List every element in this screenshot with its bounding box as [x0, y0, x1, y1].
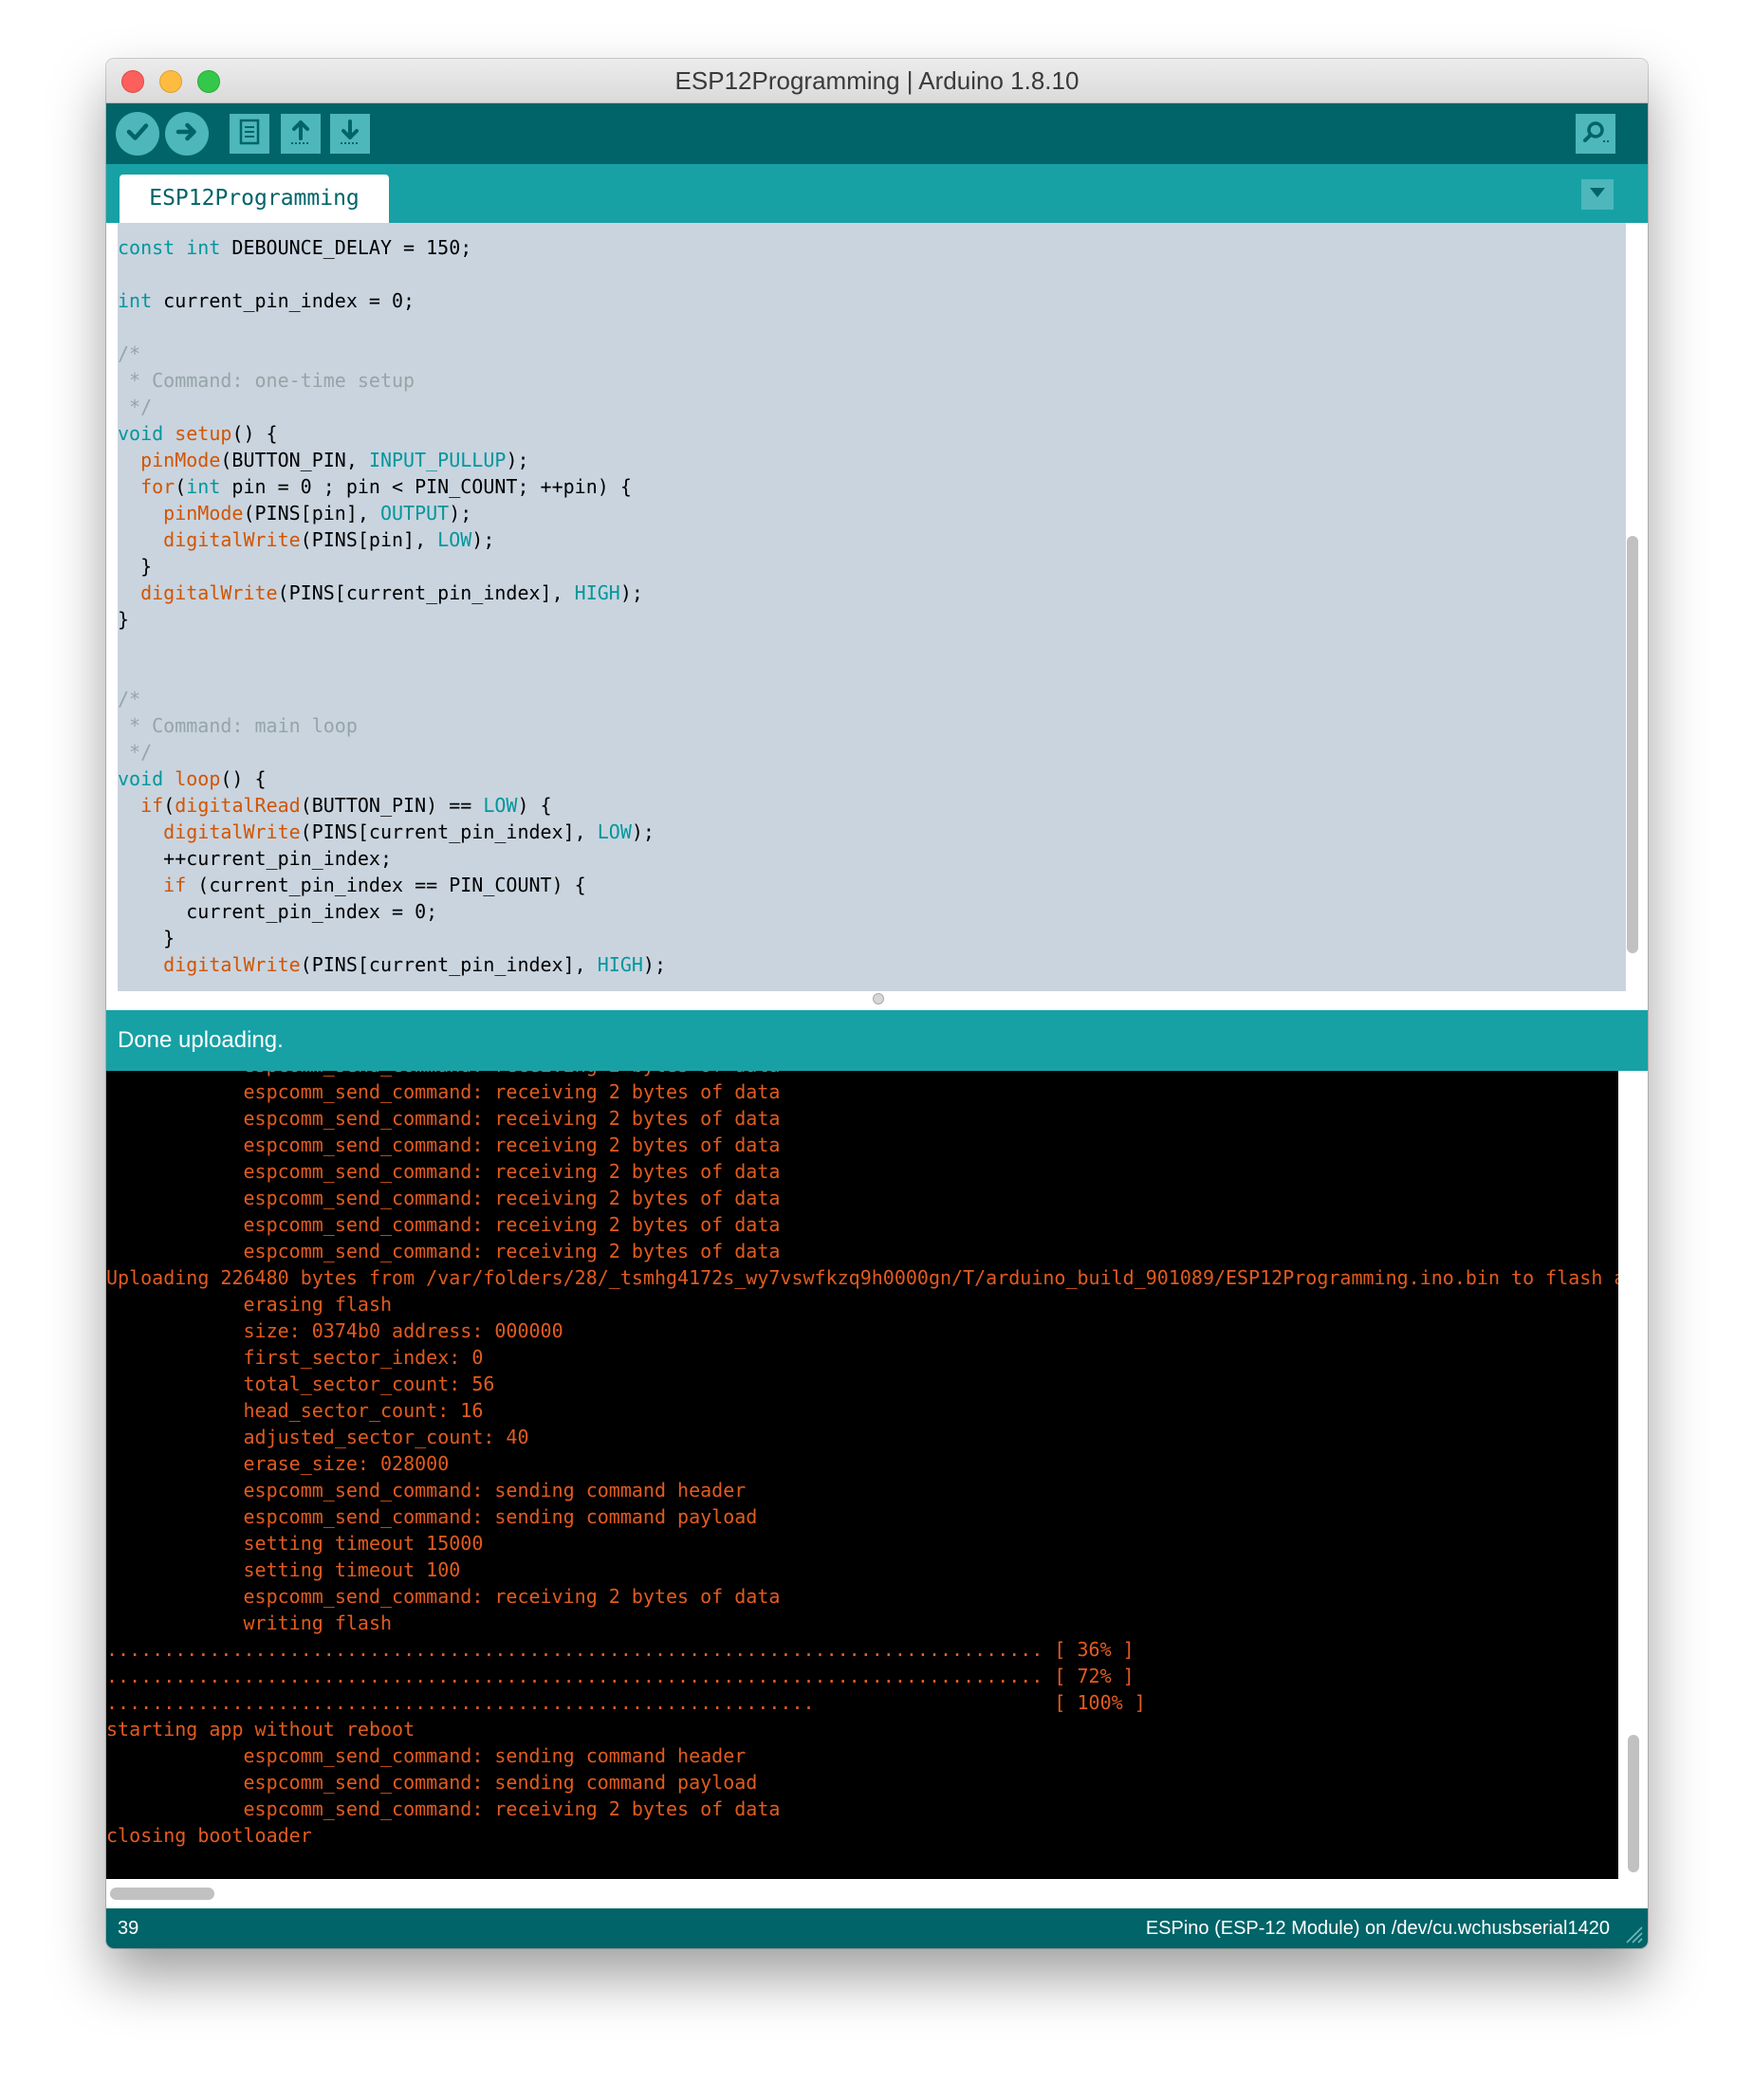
toolbar	[106, 103, 1648, 164]
console-line: espcomm_send_command: receiving 2 bytes …	[106, 1240, 781, 1262]
console-line: espcomm_send_command: receiving 2 bytes …	[106, 1071, 780, 1078]
console-line: espcomm_send_command: sending command he…	[106, 1744, 747, 1767]
status-message: Done uploading.	[118, 1027, 284, 1053]
console-line: setting timeout 15000	[106, 1532, 484, 1555]
console-line: ........................................…	[106, 1665, 1135, 1687]
console-line: adjusted_sector_count: 40	[106, 1426, 529, 1448]
code-editor[interactable]: const int DEBOUNCE_DELAY = 150; int curr…	[106, 223, 1648, 1010]
code-line[interactable]: ++current_pin_index;	[118, 845, 392, 872]
new-file-icon	[237, 118, 262, 151]
console-line: espcomm_send_command: receiving 2 bytes …	[106, 1187, 781, 1209]
console-line: espcomm_send_command: receiving 2 bytes …	[106, 1160, 781, 1183]
console-line: espcomm_send_command: receiving 2 bytes …	[106, 1797, 781, 1820]
serial-monitor-button[interactable]	[1576, 114, 1615, 154]
console-line: head_sector_count: 16	[106, 1399, 484, 1422]
console-line: erase_size: 028000	[106, 1452, 450, 1475]
status-bar: Done uploading.	[106, 1010, 1648, 1071]
code-line[interactable]: for(int pin = 0 ; pin < PIN_COUNT; ++pin…	[118, 473, 632, 500]
code-line[interactable]: /*	[118, 341, 140, 367]
console-line: espcomm_send_command: receiving 2 bytes …	[106, 1213, 781, 1236]
upload-button[interactable]	[165, 112, 209, 156]
console-vertical-scroll-thumb[interactable]	[1628, 1735, 1639, 1872]
code-line[interactable]: int current_pin_index = 0;	[118, 287, 415, 314]
tab-bar: ESP12Programming	[106, 164, 1648, 223]
console-vertical-scrollbar[interactable]	[1618, 1071, 1648, 1879]
code-line[interactable]: if(digitalRead(BUTTON_PIN) == LOW) {	[118, 792, 552, 819]
code-line[interactable]: digitalWrite(PINS[current_pin_index], LO…	[118, 819, 655, 845]
code-line[interactable]: if (current_pin_index == PIN_COUNT) {	[118, 872, 586, 898]
code-line[interactable]: }	[118, 553, 152, 580]
code-line[interactable]: digitalWrite(PINS[current_pin_index], HI…	[118, 951, 666, 978]
triangle-down-icon	[1588, 186, 1607, 204]
code-line[interactable]: * Command: main loop	[118, 712, 358, 739]
arrow-right-icon	[173, 118, 201, 151]
console-line: ........................................…	[106, 1691, 1146, 1714]
console-line: first_sector_index: 0	[106, 1346, 484, 1369]
console-output[interactable]: espcomm_send_command: receiving 2 bytes …	[106, 1071, 1618, 1879]
console-line: erasing flash	[106, 1293, 393, 1316]
title-bar[interactable]: ESP12Programming | Arduino 1.8.10	[106, 59, 1648, 103]
code-line[interactable]: * Command: one-time setup	[118, 367, 415, 394]
console-line: Uploading 226480 bytes from /var/folders…	[106, 1266, 1618, 1289]
tab-esp12programming[interactable]: ESP12Programming	[120, 175, 389, 223]
window-title: ESP12Programming | Arduino 1.8.10	[674, 66, 1079, 95]
code-line[interactable]: }	[118, 606, 129, 633]
console-line: espcomm_send_command: receiving 2 bytes …	[106, 1080, 781, 1103]
footer-bar: 39 ESPino (ESP-12 Module) on /dev/cu.wch…	[106, 1908, 1648, 1948]
console-horizontal-scroll-thumb[interactable]	[110, 1888, 214, 1900]
console-line: espcomm_send_command: sending command pa…	[106, 1505, 758, 1528]
resize-grip-icon[interactable]	[1621, 1922, 1644, 1944]
console-line: ........................................…	[106, 1638, 1135, 1661]
code-line[interactable]: */	[118, 394, 152, 420]
code-area[interactable]: const int DEBOUNCE_DELAY = 150; int curr…	[118, 223, 1626, 991]
console-line: espcomm_send_command: receiving 2 bytes …	[106, 1585, 781, 1608]
code-line[interactable]: digitalWrite(PINS[current_pin_index], HI…	[118, 580, 643, 606]
console-line: size: 0374b0 address: 000000	[106, 1319, 563, 1342]
code-line[interactable]: pinMode(BUTTON_PIN, INPUT_PULLUP);	[118, 447, 528, 473]
verify-button[interactable]	[116, 112, 159, 156]
console-line: espcomm_send_command: receiving 2 bytes …	[106, 1133, 781, 1156]
console-line: starting app without reboot	[106, 1718, 415, 1741]
split-divider-handle[interactable]	[873, 993, 884, 1004]
arrow-up-icon	[287, 118, 314, 151]
console-line: espcomm_send_command: sending command pa…	[106, 1771, 758, 1794]
code-line[interactable]: }	[118, 925, 175, 951]
arduino-ide-window: ESP12Programming | Arduino 1.8.10 ESP12P…	[106, 59, 1648, 1948]
console-line: writing flash	[106, 1612, 393, 1634]
console-line: espcomm_send_command: receiving 2 bytes …	[106, 1107, 781, 1130]
console-line: espcomm_send_command: sending command he…	[106, 1479, 747, 1501]
code-line[interactable]: digitalWrite(PINS[pin], LOW);	[118, 526, 494, 553]
editor-vertical-scrollbar[interactable]	[1627, 536, 1638, 953]
code-line[interactable]: /*	[118, 686, 140, 712]
tab-menu-button[interactable]	[1581, 179, 1614, 210]
open-sketch-button[interactable]	[281, 114, 321, 154]
board-port-info: ESPino (ESP-12 Module) on /dev/cu.wchusb…	[1145, 1918, 1610, 1939]
code-line[interactable]: const int DEBOUNCE_DELAY = 150;	[118, 234, 471, 261]
console-line: closing bootloader	[106, 1824, 312, 1847]
line-number: 39	[118, 1918, 139, 1939]
save-sketch-button[interactable]	[330, 114, 370, 154]
code-line[interactable]: pinMode(PINS[pin], OUTPUT);	[118, 500, 471, 526]
console-line: total_sector_count: 56	[106, 1372, 495, 1395]
new-sketch-button[interactable]	[230, 114, 269, 154]
code-line[interactable]: void loop() {	[118, 765, 267, 792]
magnifier-icon	[1580, 118, 1611, 151]
code-line[interactable]: */	[118, 739, 152, 765]
console-line: setting timeout 100	[106, 1558, 461, 1581]
arrow-down-icon	[337, 118, 363, 151]
console-horizontal-scrollbar[interactable]	[106, 1879, 1648, 1908]
code-line[interactable]: current_pin_index = 0;	[118, 898, 437, 925]
checkmark-icon	[123, 118, 152, 151]
code-line[interactable]: void setup() {	[118, 420, 278, 447]
